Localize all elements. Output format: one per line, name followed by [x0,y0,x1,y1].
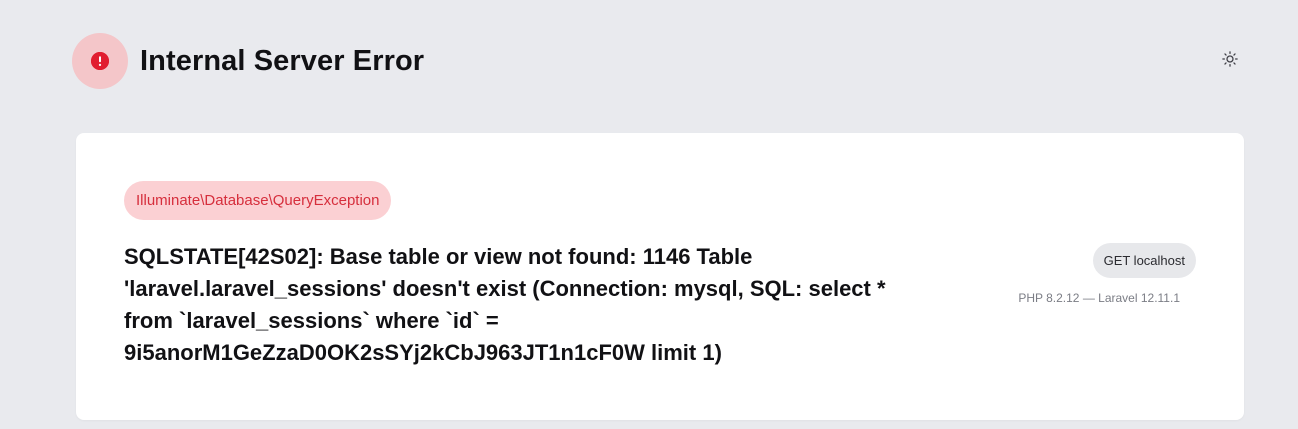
page-header: Internal Server Error [72,33,1244,89]
exclamation-circle-icon [91,52,109,70]
error-status-badge [72,33,128,89]
exception-message: SQLSTATE[42S02]: Base table or view not … [124,244,886,365]
exception-card: Illuminate\Database\QueryException SQLST… [76,133,1244,420]
request-meta: GET localhost PHP 8.2.12 — Laravel 12.11… [1018,243,1196,305]
exception-class-badge: Illuminate\Database\QueryException [124,181,392,220]
version-info: PHP 8.2.12 — Laravel 12.11.1 [1018,291,1180,305]
theme-toggle-button[interactable] [1218,49,1242,73]
sun-icon [1221,50,1239,73]
page-title: Internal Server Error [140,44,425,77]
request-method-badge: GET localhost [1092,243,1196,278]
